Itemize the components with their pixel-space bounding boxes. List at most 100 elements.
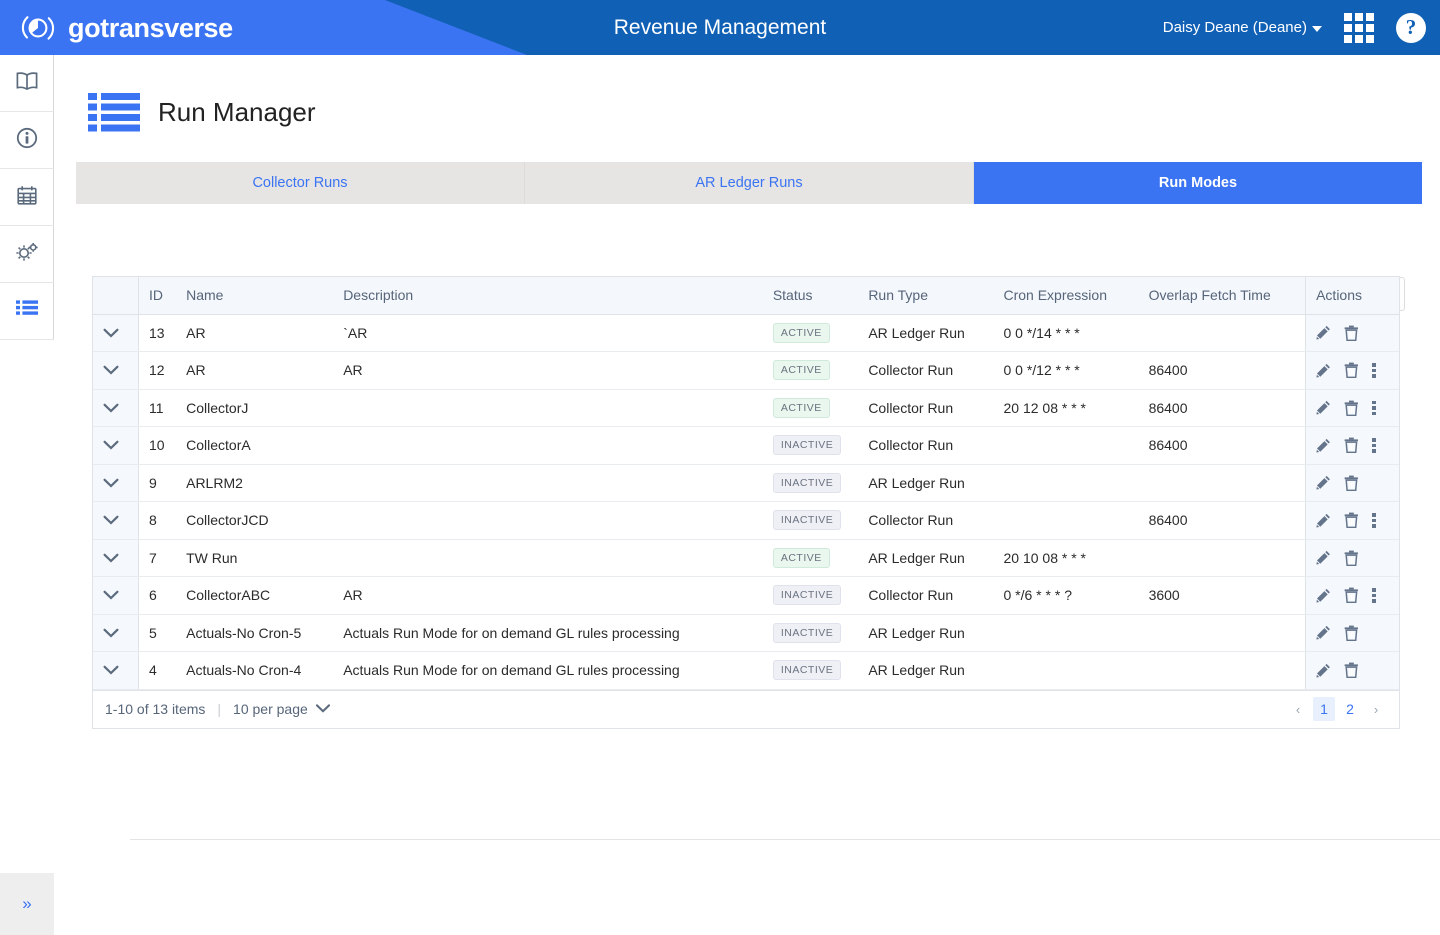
header-run-type[interactable]: Run Type <box>858 277 994 315</box>
trash-icon[interactable] <box>1344 362 1359 379</box>
row-expand-cell[interactable] <box>93 426 139 465</box>
row-expand-cell[interactable] <box>93 314 139 352</box>
trash-icon[interactable] <box>1344 400 1359 416</box>
sidebar-item-info[interactable] <box>0 112 54 169</box>
pencil-icon[interactable] <box>1316 513 1331 528</box>
row-expand-cell[interactable] <box>93 389 139 427</box>
header-name[interactable]: Name <box>176 277 334 315</box>
chevron-down-icon[interactable] <box>103 589 119 602</box>
kebab-menu-icon[interactable] <box>1372 400 1376 415</box>
trash-icon[interactable] <box>1344 325 1359 341</box>
cell-overlap-fetch-time <box>1138 464 1306 502</box>
cell-name: TW Run <box>176 539 334 577</box>
sidebar-expand-button[interactable]: » <box>0 873 54 935</box>
row-expand-cell[interactable] <box>93 501 139 540</box>
status-badge: ACTIVE <box>772 397 830 418</box>
per-page-selector[interactable]: 10 per page <box>233 701 330 717</box>
pencil-icon[interactable] <box>1316 400 1331 415</box>
sidebar-item-catalog[interactable] <box>0 55 54 112</box>
brand-name: gotransverse <box>68 12 233 43</box>
table-row[interactable]: 9 ARLRM2 INACTIVE AR Ledger Run <box>93 464 1399 502</box>
brand-logo[interactable]: gotransverse <box>20 10 233 46</box>
trash-icon[interactable] <box>1344 587 1359 604</box>
status-badge: ACTIVE <box>772 360 830 381</box>
chevron-down-icon[interactable] <box>103 552 119 565</box>
row-expand-cell[interactable] <box>93 576 139 615</box>
table-row[interactable]: 11 CollectorJ ACTIVE Collector Run 20 12 08 … <box>93 389 1399 427</box>
trash-icon[interactable] <box>1344 512 1359 529</box>
tab-bar: Collector Runs AR Ledger Runs Run Modes <box>76 162 1422 204</box>
grid-apps-icon[interactable] <box>1344 12 1374 43</box>
pencil-icon[interactable] <box>1316 625 1331 640</box>
header-overlap-fetch-time[interactable]: Overlap Fetch Time <box>1138 277 1306 315</box>
row-expand-cell[interactable] <box>93 614 139 652</box>
header-actions: Daisy Deane (Deane) ? <box>1163 0 1426 55</box>
chevron-down-icon[interactable] <box>103 402 119 415</box>
tab-ar-ledger-runs[interactable]: AR Ledger Runs <box>525 162 974 204</box>
chevron-down-icon[interactable] <box>103 514 119 527</box>
sidebar-item-calendar[interactable] <box>0 169 54 226</box>
sidebar-item-run-manager[interactable] <box>0 283 54 340</box>
cell-status: INACTIVE <box>762 426 859 465</box>
user-menu[interactable]: Daisy Deane (Deane) <box>1163 19 1322 36</box>
header-status[interactable]: Status <box>762 277 859 315</box>
trash-icon[interactable] <box>1344 550 1359 566</box>
cell-status: INACTIVE <box>762 576 859 615</box>
table-row[interactable]: 5 Actuals-No Cron-5 Actuals Run Mode for o… <box>93 614 1399 652</box>
chevron-down-icon[interactable] <box>103 439 119 452</box>
pencil-icon[interactable] <box>1316 663 1331 678</box>
kebab-menu-icon[interactable] <box>1372 438 1376 453</box>
kebab-menu-icon[interactable] <box>1372 363 1376 378</box>
chevron-down-icon[interactable] <box>103 364 119 377</box>
cell-cron-expression <box>993 651 1139 690</box>
left-sidebar: » <box>0 55 54 935</box>
trash-icon[interactable] <box>1344 662 1359 679</box>
kebab-menu-icon[interactable] <box>1372 513 1376 528</box>
kebab-menu-icon[interactable] <box>1372 588 1376 603</box>
pencil-icon[interactable] <box>1316 550 1331 565</box>
table-row[interactable]: 8 CollectorJCD INACTIVE Collector Run 86400 <box>93 501 1399 540</box>
trash-icon[interactable] <box>1344 437 1359 454</box>
table-row[interactable]: 6 CollectorABC AR INACTIVE Collector Run 0 */… <box>93 576 1399 615</box>
prev-page-button[interactable]: ‹ <box>1287 697 1309 721</box>
pencil-icon[interactable] <box>1316 475 1331 490</box>
cell-description <box>333 501 763 540</box>
table-row[interactable]: 7 TW Run ACTIVE AR Ledger Run 20 10 08 * * * <box>93 539 1399 577</box>
trash-icon[interactable] <box>1344 475 1359 491</box>
table-row[interactable]: 4 Actuals-No Cron-4 Actuals Run Mode for o… <box>93 651 1399 690</box>
page-button-2[interactable]: 2 <box>1339 697 1361 721</box>
tab-run-modes[interactable]: Run Modes <box>974 162 1422 204</box>
status-badge: ACTIVE <box>772 547 830 568</box>
next-page-button[interactable]: › <box>1365 697 1387 721</box>
chevron-down-icon[interactable] <box>103 327 119 340</box>
row-expand-cell[interactable] <box>93 351 139 390</box>
pencil-icon[interactable] <box>1316 325 1331 340</box>
chevron-down-icon[interactable] <box>103 664 119 677</box>
cell-id: 13 <box>138 314 177 352</box>
row-expand-cell[interactable] <box>93 651 139 690</box>
pagination-controls: ‹ 1 2 › <box>1287 697 1387 721</box>
page-button-1[interactable]: 1 <box>1313 697 1335 721</box>
cell-status: ACTIVE <box>762 389 859 427</box>
pencil-icon[interactable] <box>1316 588 1331 603</box>
table-row[interactable]: 10 CollectorA INACTIVE Collector Run 86400 <box>93 426 1399 465</box>
table-row[interactable]: 13 AR `AR ACTIVE AR Ledger Run 0 0 */14 * * * <box>93 314 1399 352</box>
table-row[interactable]: 12 AR AR ACTIVE Collector Run 0 0 */12 * * * 8… <box>93 351 1399 390</box>
row-expand-cell[interactable] <box>93 464 139 502</box>
header-description[interactable]: Description <box>333 277 763 315</box>
pencil-icon[interactable] <box>1316 438 1331 453</box>
trash-icon[interactable] <box>1344 625 1359 641</box>
help-circle-icon[interactable]: ? <box>1396 12 1426 43</box>
row-expand-cell[interactable] <box>93 539 139 577</box>
sidebar-item-settings[interactable] <box>0 226 54 283</box>
chevron-down-icon[interactable] <box>103 627 119 640</box>
content-divider <box>130 839 1440 840</box>
header-id[interactable]: ID <box>138 277 177 315</box>
cell-status: INACTIVE <box>762 614 859 652</box>
pencil-icon[interactable] <box>1316 363 1331 378</box>
chevron-down-icon[interactable] <box>103 477 119 490</box>
cell-cron-expression <box>993 464 1139 502</box>
tab-collector-runs[interactable]: Collector Runs <box>76 162 525 204</box>
header-cron-expression[interactable]: Cron Expression <box>993 277 1139 315</box>
cell-cron-expression <box>993 614 1139 652</box>
